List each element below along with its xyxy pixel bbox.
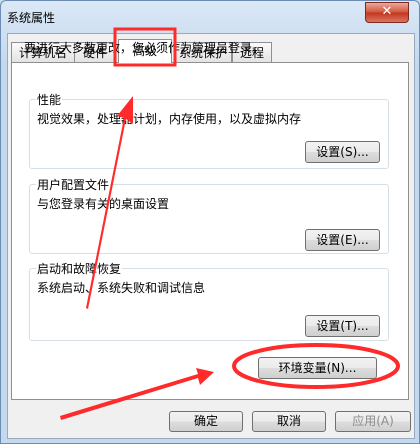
title-bar[interactable]: 系统属性 ✕	[1, 1, 419, 33]
system-properties-window: 系统属性 ✕ 计算机名 硬件 高级 系统保护 远程 要进行大多数更改，您必须作为…	[0, 0, 420, 444]
window-title: 系统属性	[7, 11, 56, 25]
user-profiles-settings-button[interactable]: 设置(E)...	[305, 229, 380, 251]
performance-title: 性能	[36, 91, 63, 108]
admin-notice: 要进行大多数更改，您必须作为管理员登录。	[24, 41, 265, 55]
environment-variables-button[interactable]: 环境变量(N)...	[258, 357, 377, 379]
performance-group: 性能 视觉效果，处理器计划，内存使用，以及虚拟内存 设置(S)...	[29, 91, 389, 169]
user-profiles-group: 用户配置文件 与您登录有关的桌面设置 设置(E)...	[29, 176, 389, 254]
startup-recovery-description: 系统启动、系统失败和调试信息	[37, 281, 206, 295]
close-icon: ✕	[381, 4, 393, 19]
close-button[interactable]: ✕	[365, 2, 409, 23]
startup-recovery-group: 启动和故障恢复 系统启动、系统失败和调试信息 设置(T)...	[29, 260, 389, 341]
performance-settings-button[interactable]: 设置(S)...	[305, 141, 380, 163]
user-profiles-description: 与您登录有关的桌面设置	[37, 197, 170, 211]
ok-button[interactable]: 确定	[169, 411, 243, 432]
user-profiles-title: 用户配置文件	[36, 176, 111, 193]
startup-recovery-title: 启动和故障恢复	[36, 260, 123, 277]
cancel-button[interactable]: 取消	[252, 411, 326, 432]
startup-recovery-settings-button[interactable]: 设置(T)...	[305, 315, 380, 337]
apply-button[interactable]: 应用(A)	[335, 411, 411, 432]
performance-description: 视觉效果，处理器计划，内存使用，以及虚拟内存	[37, 112, 302, 126]
